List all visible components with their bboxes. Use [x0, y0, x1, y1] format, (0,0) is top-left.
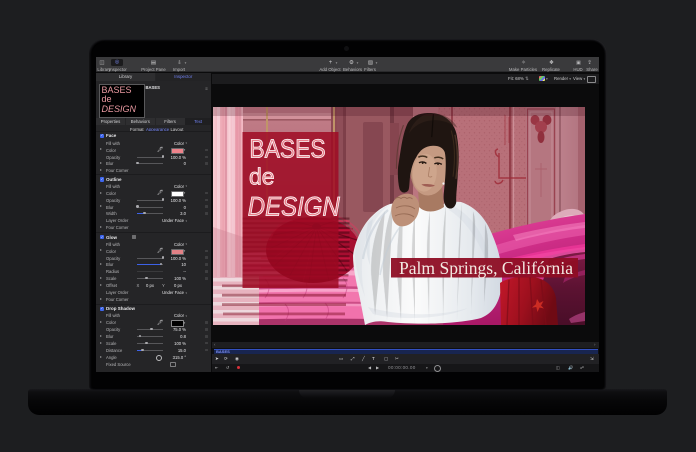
svg-text:Palm Springs, Califórnia: Palm Springs, Califórnia	[399, 258, 573, 278]
svg-text:de: de	[249, 163, 275, 189]
svg-text:DESIGN: DESIGN	[248, 192, 341, 222]
svg-text:BASES: BASES	[249, 136, 325, 164]
